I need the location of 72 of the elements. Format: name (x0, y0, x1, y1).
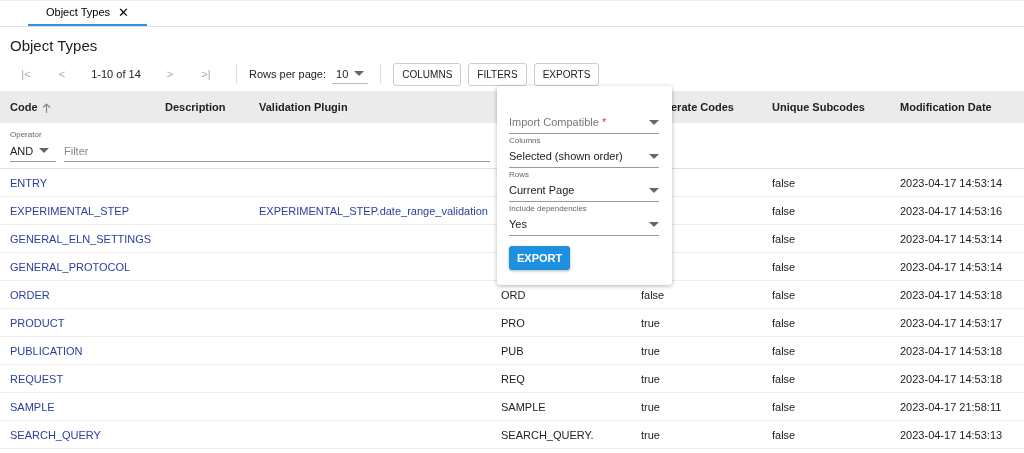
toolbar-button[interactable]: EXPORTS (533, 62, 600, 86)
caret-icon (649, 221, 659, 227)
table-link[interactable]: PUBLICATION (10, 344, 83, 357)
table-cell: PRO (501, 316, 525, 329)
select-field[interactable]: Selected (shown order) (509, 147, 659, 168)
operator-select[interactable]: AND (10, 142, 56, 162)
table-cell: true (641, 428, 660, 441)
table-cell: false (772, 344, 796, 357)
caret-icon (649, 119, 659, 125)
table-cell: true (641, 400, 660, 413)
table-cell: false (772, 232, 796, 245)
tab[interactable]: Object Types ✕ (28, 0, 147, 26)
table-cell: PUB (501, 344, 524, 357)
column-header[interactable]: Validation Plugin (259, 101, 348, 113)
table-link[interactable]: PRODUCT (10, 316, 65, 329)
required-mark: * (601, 116, 607, 128)
page-range: 1-10 of 14 (90, 68, 142, 80)
table-cell: false (772, 260, 796, 273)
caret-icon (649, 153, 659, 159)
table-cell: 2023-04-17 14:53:18 (900, 344, 1003, 357)
field-label: Rows (509, 170, 530, 181)
close-icon[interactable]: ✕ (118, 4, 129, 20)
table-cell: REQ (501, 372, 525, 385)
table-link[interactable]: ENTRY (10, 176, 48, 189)
table-cell: 2023-04-17 14:53:13 (900, 428, 1003, 441)
table-link[interactable]: REQUEST (10, 372, 64, 385)
table-cell: true (641, 372, 660, 385)
table-cell: ORD (501, 288, 526, 301)
table-cell: false (772, 400, 796, 413)
table-link[interactable]: SEARCH_QUERY (10, 428, 101, 441)
operator-label: Operator (10, 129, 43, 139)
table-cell: 2023-04-17 14:53:14 (900, 232, 1003, 245)
table-link[interactable]: SAMPLE (10, 400, 55, 413)
table-cell: SAMPLE (501, 400, 546, 413)
caret-icon (39, 148, 50, 153)
caret-icon (649, 187, 659, 193)
table-cell: true (641, 344, 660, 357)
table-cell: 2023-04-17 14:53:18 (900, 372, 1003, 385)
table-cell: false (772, 176, 796, 189)
table-cell: false (772, 204, 796, 217)
rows-per-page-label: Rows per page: (249, 68, 327, 80)
select-field[interactable]: Current Page (509, 181, 659, 202)
table-cell: 2023-04-17 14:53:14 (900, 260, 1003, 273)
table-cell: false (772, 316, 796, 329)
sort-arrow-icon[interactable] (41, 103, 51, 114)
toolbar-button[interactable]: COLUMNS (393, 62, 462, 86)
select-field[interactable]: Import Compatible * (509, 113, 659, 134)
table-cell: 2023-04-17 14:53:16 (900, 204, 1003, 217)
rows-per-page-select[interactable]: 10 (332, 64, 369, 84)
table-cell: 2023-04-17 14:53:18 (900, 288, 1003, 301)
table-link[interactable]: GENERAL_PROTOCOL (10, 260, 131, 273)
table-cell: SEARCH_QUERY. (501, 428, 594, 441)
caret-icon (354, 71, 365, 76)
table-cell: 2023-04-17 21:58:11 (900, 400, 1002, 413)
column-header[interactable]: Code (10, 100, 38, 113)
table-cell: false (641, 288, 665, 301)
field-label: Include dependencies (509, 204, 588, 215)
table-cell: false (772, 288, 796, 301)
toolbar-button[interactable]: FILTERS (468, 62, 527, 86)
field-label: Columns (509, 136, 542, 147)
table-cell: 2023-04-17 14:53:17 (900, 316, 1003, 329)
table-link[interactable]: GENERAL_ELN_SETTINGS (10, 232, 152, 245)
table-cell: false (772, 372, 796, 385)
table-link[interactable]: EXPERIMENTAL_STEP (10, 204, 129, 217)
table-link[interactable]: ORDER (10, 288, 50, 301)
table-cell: false (772, 428, 796, 441)
table-link[interactable]: EXPERIMENTAL_STEP.date_range_validation (259, 204, 488, 217)
table-cell: 2023-04-17 14:53:14 (900, 176, 1003, 189)
table-cell: true (641, 316, 660, 329)
page-title: Object Types (10, 37, 99, 54)
column-header[interactable]: erate Codes (671, 101, 734, 113)
select-field[interactable]: Yes (509, 215, 659, 236)
